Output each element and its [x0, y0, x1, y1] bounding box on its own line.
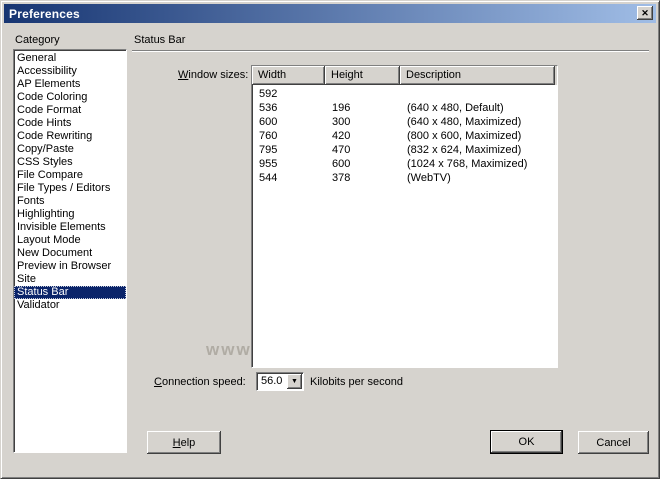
sidebar-item-ap-elements[interactable]: AP Elements: [14, 78, 126, 91]
column-header-width[interactable]: Width: [252, 66, 325, 85]
table-row[interactable]: 544378(WebTV): [252, 171, 557, 185]
sidebar-item-preview-in-browser[interactable]: Preview in Browser: [14, 260, 126, 273]
help-button[interactable]: Help: [147, 431, 221, 454]
table-cell: 378: [325, 171, 400, 185]
table-cell: 544: [252, 171, 325, 185]
sidebar-item-code-format[interactable]: Code Format: [14, 104, 126, 117]
close-icon[interactable]: ✕: [637, 6, 653, 20]
sidebar-item-site[interactable]: Site: [14, 273, 126, 286]
page-title: Status Bar: [134, 34, 185, 46]
sidebar-item-invisible-elements[interactable]: Invisible Elements: [14, 221, 126, 234]
table-cell: [325, 87, 400, 101]
table-cell: 795: [252, 143, 325, 157]
table-cell: 536: [252, 101, 325, 115]
table-cell: 760: [252, 129, 325, 143]
table-row[interactable]: 600300(640 x 480, Maximized): [252, 115, 557, 129]
sidebar-item-accessibility[interactable]: Accessibility: [14, 65, 126, 78]
sidebar-item-status-bar[interactable]: Status Bar: [14, 286, 126, 299]
sidebar-item-file-types-editors[interactable]: File Types / Editors: [14, 182, 126, 195]
column-header-height[interactable]: Height: [325, 66, 400, 85]
sidebar-item-code-rewriting[interactable]: Code Rewriting: [14, 130, 126, 143]
table-cell: 420: [325, 129, 400, 143]
sidebar-item-code-hints[interactable]: Code Hints: [14, 117, 126, 130]
sidebar-item-highlighting[interactable]: Highlighting: [14, 208, 126, 221]
table-cell: (832 x 624, Maximized): [400, 143, 555, 157]
sidebar-item-layout-mode[interactable]: Layout Mode: [14, 234, 126, 247]
table-header: WidthHeightDescription: [252, 66, 557, 85]
table-cell: (800 x 600, Maximized): [400, 129, 555, 143]
table-cell: 600: [252, 115, 325, 129]
table-cell: 955: [252, 157, 325, 171]
sidebar-item-copy-paste[interactable]: Copy/Paste: [14, 143, 126, 156]
sidebar-item-general[interactable]: General: [14, 52, 126, 65]
table-cell: 592: [252, 87, 325, 101]
sidebar-item-code-coloring[interactable]: Code Coloring: [14, 91, 126, 104]
sidebar-item-new-document[interactable]: New Document: [14, 247, 126, 260]
sidebar-item-validator[interactable]: Validator: [14, 299, 126, 312]
table-cell: 470: [325, 143, 400, 157]
window-sizes-label: Window sizes:: [178, 69, 248, 81]
ok-button[interactable]: OK: [490, 430, 563, 454]
table-cell: 300: [325, 115, 400, 129]
connection-speed-select[interactable]: 56.0 ▼: [256, 372, 304, 391]
table-cell: (640 x 480, Default): [400, 101, 555, 115]
category-label: Category: [15, 34, 60, 46]
table-row[interactable]: 795470(832 x 624, Maximized): [252, 143, 557, 157]
sidebar-item-file-compare[interactable]: File Compare: [14, 169, 126, 182]
chevron-down-icon[interactable]: ▼: [287, 374, 302, 389]
table-row[interactable]: 592: [252, 87, 557, 101]
title-bar[interactable]: Preferences ✕: [4, 4, 656, 23]
category-list[interactable]: GeneralAccessibilityAP ElementsCode Colo…: [13, 49, 127, 453]
sidebar-item-css-styles[interactable]: CSS Styles: [14, 156, 126, 169]
column-header-description[interactable]: Description: [400, 66, 555, 85]
window-title: Preferences: [4, 7, 80, 21]
window-sizes-table[interactable]: WidthHeightDescription 592536196(640 x 4…: [251, 65, 558, 368]
table-cell: (WebTV): [400, 171, 555, 185]
table-cell: 600: [325, 157, 400, 171]
table-body: 592536196(640 x 480, Default)600300(640 …: [252, 85, 557, 185]
connection-speed-unit: Kilobits per second: [310, 376, 403, 388]
watermark-text: www: [206, 340, 252, 360]
table-cell: 196: [325, 101, 400, 115]
table-row[interactable]: 536196(640 x 480, Default): [252, 101, 557, 115]
connection-speed-label: Connection speed:: [154, 376, 246, 388]
cancel-button[interactable]: Cancel: [578, 431, 649, 454]
preferences-dialog: Preferences ✕ Category Status Bar Genera…: [0, 0, 660, 479]
table-row[interactable]: 955600(1024 x 768, Maximized): [252, 157, 557, 171]
table-cell: (640 x 480, Maximized): [400, 115, 555, 129]
connection-speed-value: 56.0: [261, 375, 282, 387]
sidebar-item-fonts[interactable]: Fonts: [14, 195, 126, 208]
table-row[interactable]: 760420(800 x 600, Maximized): [252, 129, 557, 143]
panel-separator: [132, 50, 649, 52]
table-cell: [400, 87, 555, 101]
table-cell: (1024 x 768, Maximized): [400, 157, 555, 171]
